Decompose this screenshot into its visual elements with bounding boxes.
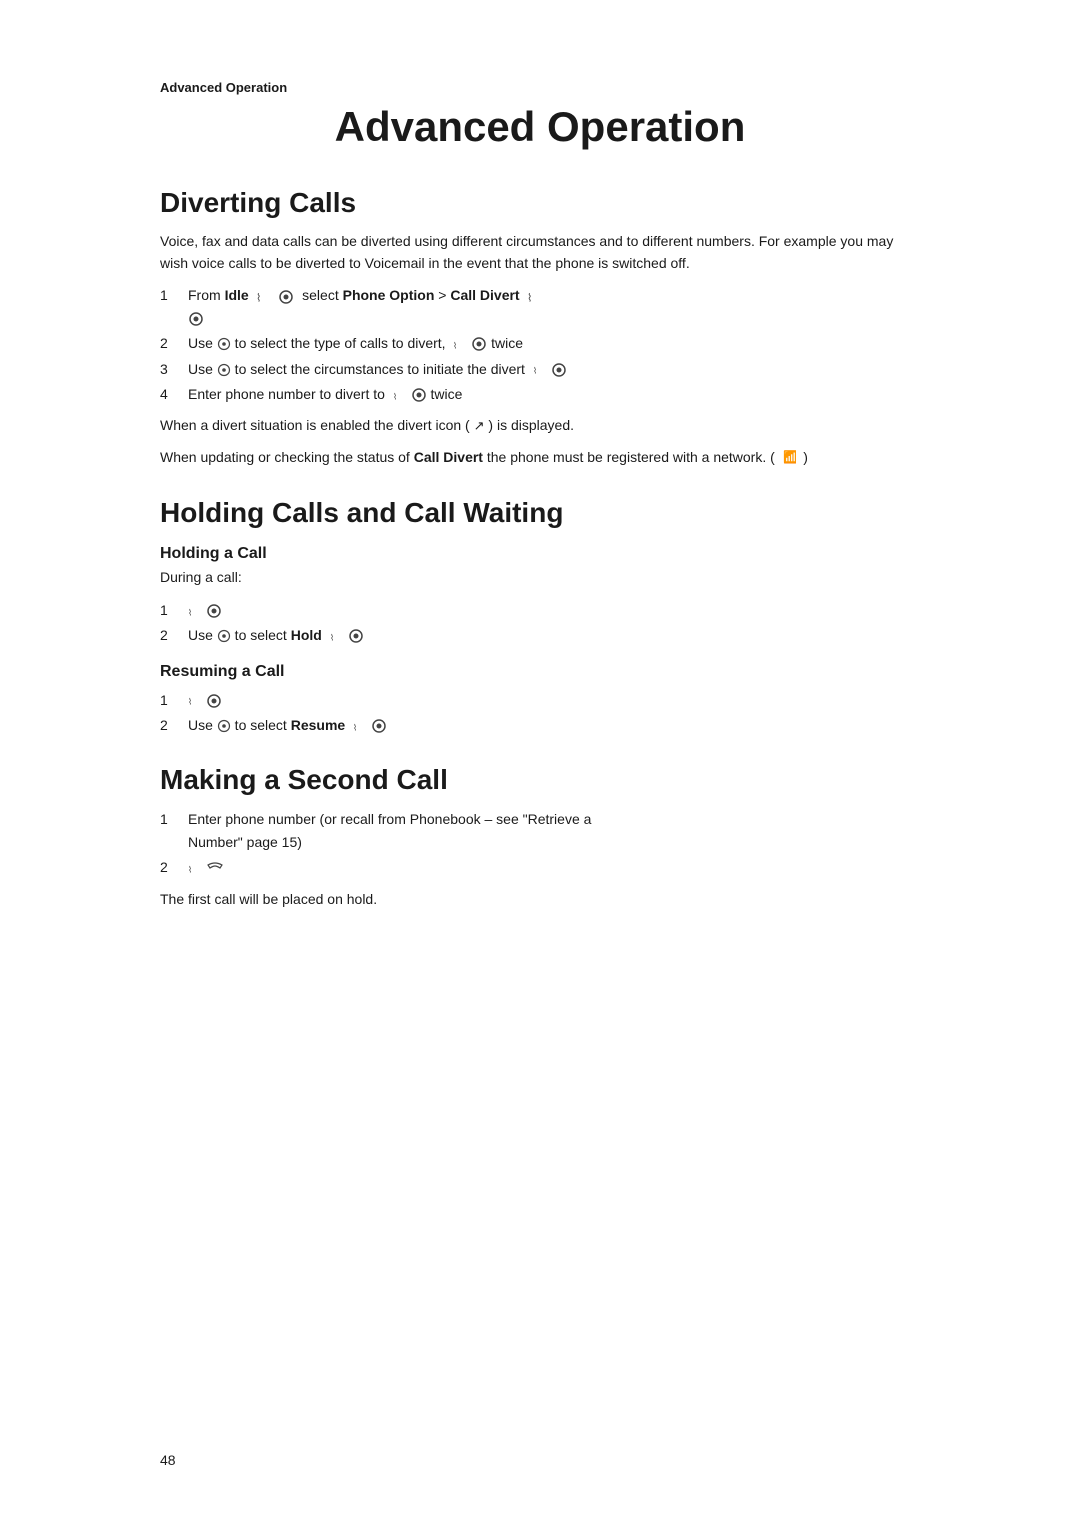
holding-calls-title: Holding Calls and Call Waiting xyxy=(160,497,920,529)
nav-icon xyxy=(217,337,231,351)
section-diverting-calls: Diverting Calls Voice, fax and data call… xyxy=(160,187,920,469)
ok-icon-r1 xyxy=(206,693,222,709)
second-call-note: The first call will be placed on hold. xyxy=(160,889,920,911)
diverting-calls-steps: 1 From Idle ⌇ select Phone Op xyxy=(160,284,920,405)
diverting-note1: When a divert situation is enabled the d… xyxy=(160,415,920,437)
step-number: 2 xyxy=(160,856,188,878)
diverting-calls-intro: Voice, fax and data calls can be diverte… xyxy=(160,231,920,274)
step-item: 3 Use to select the circumstances to ini… xyxy=(160,358,920,380)
nav-icon-h xyxy=(217,629,231,643)
signal-icon-2: ⌇ xyxy=(527,290,545,304)
ok-icon-2 xyxy=(188,311,204,327)
signal-icon-h1: ⌇ xyxy=(188,606,202,617)
step-item: 1 ⌇ xyxy=(160,599,920,621)
second-call-steps: 1 Enter phone number (or recall from Pho… xyxy=(160,808,920,878)
section-making-second-call: Making a Second Call 1 Enter phone numbe… xyxy=(160,764,920,910)
step-content: Enter phone number to divert to ⌇ twice xyxy=(188,383,920,405)
svg-text:⌇: ⌇ xyxy=(188,607,192,617)
signal-icon-r1: ⌇ xyxy=(188,695,202,706)
ok-icon-4 xyxy=(551,362,567,378)
bold-call-divert: Call Divert xyxy=(450,287,519,303)
signal-icon-h2: ⌇ xyxy=(330,631,344,642)
svg-text:⌇: ⌇ xyxy=(527,292,532,304)
step-item: 2 Use to select the type of calls to div… xyxy=(160,332,920,354)
divert-icon: ↗ xyxy=(474,418,485,433)
during-call-label: During a call: xyxy=(160,567,920,589)
page: Advanced Operation Advanced Operation Di… xyxy=(0,0,1080,1528)
step-item: 1 From Idle ⌇ select Phone Op xyxy=(160,284,920,329)
signal-icon-4: ⌇ xyxy=(533,364,547,375)
step-content: From Idle ⌇ select Phone Option > Call D… xyxy=(188,284,920,329)
svg-text:⌇: ⌇ xyxy=(453,340,457,350)
step-content: ⌇ xyxy=(188,689,920,711)
ok-icon-h1 xyxy=(206,603,222,619)
subsection-resuming: Resuming a Call 1 ⌇ xyxy=(160,663,920,737)
diverting-calls-title: Diverting Calls xyxy=(160,187,920,219)
step-number: 1 xyxy=(160,284,188,306)
call-end-icon xyxy=(206,861,224,875)
ok-icon-5 xyxy=(411,387,427,403)
svg-text:⌇: ⌇ xyxy=(353,722,357,732)
holding-steps: 1 ⌇ xyxy=(160,599,920,647)
svg-text:⌇: ⌇ xyxy=(533,366,537,376)
step-number: 4 xyxy=(160,383,188,405)
resuming-a-call-title: Resuming a Call xyxy=(160,663,920,681)
step-content: Use to select the circumstances to initi… xyxy=(188,358,920,380)
svg-text:📶: 📶 xyxy=(783,450,796,464)
signal-icon-s1: ⌇ xyxy=(188,863,202,874)
ok-icon-3 xyxy=(471,336,487,352)
network-icon: 📶 xyxy=(779,453,800,467)
step-content: Enter phone number (or recall from Phone… xyxy=(188,808,920,853)
svg-text:⌇: ⌇ xyxy=(188,697,192,707)
step-item: 4 Enter phone number to divert to ⌇ twic xyxy=(160,383,920,405)
step-content: ⌇ xyxy=(188,856,920,878)
ok-icon xyxy=(278,289,294,305)
step-content: Use to select Resume ⌇ xyxy=(188,714,920,736)
step-number: 2 xyxy=(160,624,188,646)
page-number: 48 xyxy=(160,1452,176,1468)
subsection-holding: Holding a Call During a call: 1 ⌇ xyxy=(160,545,920,646)
step-content: ⌇ xyxy=(188,599,920,621)
svg-text:⌇: ⌇ xyxy=(256,292,261,304)
step-item: 2 Use to select Resume ⌇ xyxy=(160,714,920,736)
step-number: 1 xyxy=(160,689,188,711)
step-number: 2 xyxy=(160,714,188,736)
step-number: 2 xyxy=(160,332,188,354)
step-number: 1 xyxy=(160,599,188,621)
step-number: 3 xyxy=(160,358,188,380)
ok-icon-r2 xyxy=(371,718,387,734)
step-item: 1 ⌇ xyxy=(160,689,920,711)
step-number: 1 xyxy=(160,808,188,830)
page-title: Advanced Operation xyxy=(160,103,920,151)
svg-text:⌇: ⌇ xyxy=(393,391,397,401)
bold-idle: Idle xyxy=(225,287,249,303)
bold-resume: Resume xyxy=(291,717,345,733)
bold-call-divert-2: Call Divert xyxy=(414,449,483,465)
signal-icon-5: ⌇ xyxy=(393,390,407,401)
bold-hold: Hold xyxy=(291,627,322,643)
section-holding-calls: Holding Calls and Call Waiting Holding a… xyxy=(160,497,920,736)
signal-icon-3: ⌇ xyxy=(453,339,467,350)
ok-icon-h2 xyxy=(348,628,364,644)
making-second-call-title: Making a Second Call xyxy=(160,764,920,796)
resuming-steps: 1 ⌇ xyxy=(160,689,920,737)
step-item: 2 ⌇ xyxy=(160,856,920,878)
holding-a-call-title: Holding a Call xyxy=(160,545,920,563)
step-content: Use to select Hold ⌇ xyxy=(188,624,920,646)
nav-icon-2 xyxy=(217,363,231,377)
bold-phone-option: Phone Option xyxy=(343,287,435,303)
nav-icon-r xyxy=(217,719,231,733)
step-item: 2 Use to select Hold ⌇ xyxy=(160,624,920,646)
signal-icon-r2: ⌇ xyxy=(353,721,367,732)
header-label: Advanced Operation xyxy=(160,80,920,95)
step-item: 1 Enter phone number (or recall from Pho… xyxy=(160,808,920,853)
step-content: Use to select the type of calls to diver… xyxy=(188,332,920,354)
signal-icon: ⌇ xyxy=(256,290,274,304)
diverting-note2: When updating or checking the status of … xyxy=(160,447,920,469)
svg-text:⌇: ⌇ xyxy=(330,632,334,642)
svg-text:⌇: ⌇ xyxy=(188,864,192,874)
